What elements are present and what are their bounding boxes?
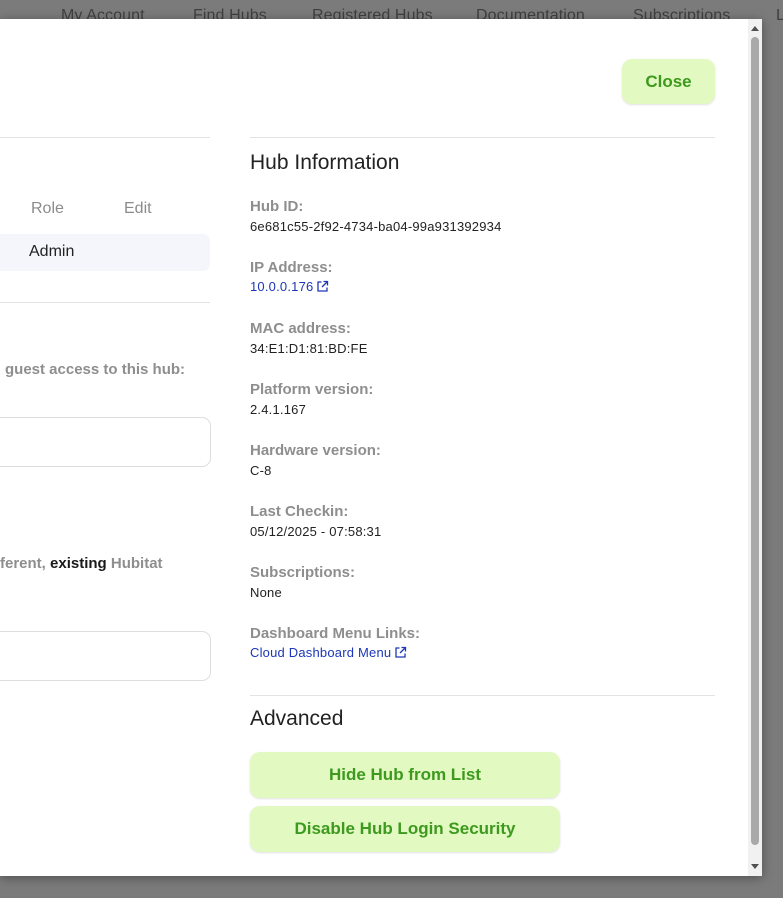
existing-hub-input[interactable] <box>0 631 211 681</box>
column-header-role: Role <box>31 200 64 217</box>
subscriptions-label: Subscriptions: <box>250 564 356 581</box>
advanced-title: Advanced <box>250 707 344 730</box>
modal-scrollbar[interactable] <box>748 19 762 876</box>
existing-hub-label: ferent, existing Hubitat <box>0 555 163 572</box>
hub-information-title: Hub Information <box>250 151 400 174</box>
cloud-dashboard-menu-text: Cloud Dashboard Menu <box>250 645 392 660</box>
hub-id-label: Hub ID: <box>250 198 304 215</box>
platform-version-label: Platform version: <box>250 381 374 398</box>
ip-address-value: 10.0.0.176 <box>250 279 314 294</box>
last-checkin-label: Last Checkin: <box>250 503 349 520</box>
last-checkin-value: 05/12/2025 - 07:58:31 <box>250 524 382 539</box>
external-link-icon <box>395 646 407 658</box>
hub-details-modal: Close Role Edit Admin guest access to th… <box>0 19 762 876</box>
cloud-dashboard-menu-link[interactable]: Cloud Dashboard Menu <box>250 645 407 660</box>
hide-hub-button[interactable]: Hide Hub from List <box>250 752 560 798</box>
hardware-version-label: Hardware version: <box>250 442 381 459</box>
ip-address-label: IP Address: <box>250 259 333 276</box>
nav-more[interactable]: L <box>776 7 783 25</box>
advanced-divider <box>250 695 715 696</box>
right-divider-top <box>250 137 715 138</box>
table-row[interactable]: Admin <box>0 234 210 271</box>
close-button[interactable]: Close <box>622 59 715 104</box>
user-role: Admin <box>29 243 75 260</box>
left-divider-middle <box>0 302 210 303</box>
guest-access-label: guest access to this hub: <box>5 361 186 378</box>
mac-address-label: MAC address: <box>250 320 351 337</box>
disable-hub-login-security-button[interactable]: Disable Hub Login Security <box>250 806 560 852</box>
scroll-up-arrow-icon[interactable] <box>748 21 762 35</box>
left-divider-top <box>0 137 210 138</box>
ip-address-link[interactable]: 10.0.0.176 <box>250 279 329 294</box>
column-header-edit: Edit <box>124 200 152 217</box>
external-link-icon <box>317 280 329 292</box>
hardware-version-value: C-8 <box>250 463 272 478</box>
hub-id-value: 6e681c55-2f92-4734-ba04-99a931392934 <box>250 219 502 234</box>
mac-address-value: 34:E1:D1:81:BD:FE <box>250 341 368 356</box>
guest-access-input[interactable] <box>0 417 211 467</box>
platform-version-value: 2.4.1.167 <box>250 402 307 417</box>
scroll-thumb[interactable] <box>751 37 759 845</box>
scroll-down-arrow-icon[interactable] <box>748 860 762 874</box>
subscriptions-value: None <box>250 585 282 600</box>
dashboard-menu-links-label: Dashboard Menu Links: <box>250 625 421 642</box>
